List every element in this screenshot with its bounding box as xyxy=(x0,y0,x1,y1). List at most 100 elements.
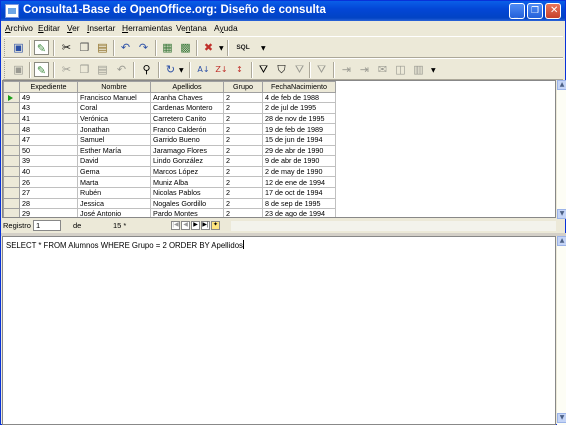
table-cell[interactable]: 2 xyxy=(223,91,263,104)
run-query-icon[interactable]: SQL xyxy=(235,40,251,55)
table-row[interactable]: 40 Gema Marcos López 2 2 de may de 1990 xyxy=(3,165,336,178)
chevron-down-icon[interactable]: ▼ xyxy=(431,67,436,74)
table-row[interactable]: 28 Jessica Nogales Gordillo 2 8 de sep de 19… xyxy=(3,197,336,210)
delete-icon[interactable]: ✖ xyxy=(201,40,216,55)
sql-editor[interactable]: SELECT * FROM Alumnos WHERE Grupo = 2 OR… xyxy=(2,236,556,425)
table-cell[interactable]: Franco Calderón xyxy=(150,123,224,135)
table-cell[interactable]: 41 xyxy=(19,112,78,125)
table-cell[interactable]: Jaramago Flores xyxy=(150,144,224,157)
table-cell[interactable]: 2 xyxy=(223,176,263,188)
menu-ventana[interactable]: Ventana xyxy=(176,23,207,33)
row-header[interactable] xyxy=(3,144,20,157)
undo-icon[interactable]: ↶ xyxy=(114,62,129,77)
table-cell[interactable]: 4 de feb de 1988 xyxy=(262,91,336,104)
table-row[interactable]: 29 José Antonio Pardo Montes 2 23 de ago de … xyxy=(3,208,336,217)
explorer-icon[interactable]: ▥ xyxy=(411,62,426,77)
table-cell[interactable]: 43 xyxy=(19,102,78,114)
table-cell[interactable]: 40 xyxy=(19,165,78,178)
table-cell[interactable]: Marta xyxy=(77,176,151,188)
scroll-up-icon[interactable]: ▲ xyxy=(557,80,566,90)
grid-horizontal-scrollbar[interactable] xyxy=(231,221,556,231)
menu-archivo[interactable]: Archivo xyxy=(5,23,33,33)
table-cell[interactable]: 8 de sep de 1995 xyxy=(262,197,336,210)
table-cell[interactable]: Aranha Chaves xyxy=(150,91,224,104)
table-cell[interactable]: José Antonio xyxy=(77,208,151,217)
table-cell[interactable]: 2 xyxy=(223,155,263,167)
table-cell[interactable]: 50 xyxy=(19,144,78,157)
column-header[interactable]: Apellidos xyxy=(150,81,224,93)
table-cell[interactable]: 12 de ene de 1994 xyxy=(262,176,336,188)
first-record-icon[interactable]: |◀ xyxy=(171,221,180,230)
table-row[interactable]: 26 Marta Muniz Alba 2 12 de ene de 1994 xyxy=(3,176,336,188)
table-row[interactable]: 41 Verónica Carretero Canito 2 28 de nov de … xyxy=(3,112,336,125)
data-to-text-icon[interactable]: ⇥ xyxy=(339,62,354,77)
table-cell[interactable]: 2 xyxy=(223,197,263,210)
table-cell[interactable]: 47 xyxy=(19,133,78,146)
cut-icon[interactable]: ✂ xyxy=(59,62,74,77)
row-header[interactable] xyxy=(3,102,20,114)
autofilter-icon[interactable]: ⛛ xyxy=(256,62,271,77)
sort-ascending-icon[interactable]: A↓ xyxy=(196,62,211,77)
table-row[interactable]: 50 Esther María Jaramago Flores 2 29 de abr … xyxy=(3,144,336,157)
table-cell[interactable]: Gema xyxy=(77,165,151,178)
table-cell[interactable]: 2 de jul de 1995 xyxy=(262,102,336,114)
menu-ver[interactable]: Ver xyxy=(67,23,80,33)
scroll-up-icon[interactable]: ▲ xyxy=(557,236,566,246)
table-cell[interactable]: Nogales Gordillo xyxy=(150,197,224,210)
toolbar-grip[interactable] xyxy=(4,61,7,78)
column-header[interactable]: FechaNacimiento xyxy=(262,81,336,93)
table-row[interactable]: 27 Rubén Nicolas Pablos 2 17 de oct de 1994 xyxy=(3,186,336,199)
sql-query-text[interactable]: SELECT * FROM Alumnos WHERE Grupo = 2 OR… xyxy=(6,240,244,250)
data-to-fields-icon[interactable]: ⇥ xyxy=(357,62,372,77)
table-row[interactable]: 48 Jonathan Franco Calderón 2 19 de feb de 1… xyxy=(3,123,336,135)
row-header[interactable] xyxy=(3,197,20,210)
table-cell[interactable]: 28 xyxy=(19,197,78,210)
row-header[interactable] xyxy=(3,123,20,135)
paste-icon[interactable]: ▤ xyxy=(95,40,110,55)
scroll-down-icon[interactable]: ▼ xyxy=(557,413,566,423)
scroll-down-icon[interactable]: ▼ xyxy=(557,209,566,219)
table-cell[interactable]: 2 xyxy=(223,165,263,178)
table-cell[interactable]: 27 xyxy=(19,186,78,199)
sort-icon[interactable]: ↕ xyxy=(232,62,247,77)
chevron-down-icon[interactable]: ▼ xyxy=(179,67,184,74)
table-cell[interactable]: Lindo González xyxy=(150,155,224,167)
table-cell[interactable]: Jessica xyxy=(77,197,151,210)
table-cell[interactable]: Verónica xyxy=(77,112,151,125)
table-cell[interactable]: 2 xyxy=(223,123,263,135)
table-cell[interactable]: Marcos López xyxy=(150,165,224,178)
table-cell[interactable]: Garrido Bueno xyxy=(150,133,224,146)
title-bar[interactable]: Consulta1-Base de OpenOffice.org: Diseño… xyxy=(1,1,565,21)
menu-herramientas[interactable]: Herramientas xyxy=(122,23,172,33)
row-header[interactable] xyxy=(3,208,20,217)
table-cell[interactable]: Samuel xyxy=(77,133,151,146)
copy-icon[interactable]: ❐ xyxy=(77,62,92,77)
table-cell[interactable]: David xyxy=(77,155,151,167)
record-number-field[interactable]: 1 xyxy=(33,220,61,231)
save-icon[interactable]: ▣ xyxy=(11,40,26,55)
edit-design-icon[interactable]: ✎ xyxy=(34,40,49,55)
remove-filter-icon[interactable]: ⛛ xyxy=(314,62,329,77)
row-header[interactable] xyxy=(3,176,20,188)
table-row[interactable]: 49 Francisco Manuel Aranha Chaves 2 4 de feb… xyxy=(3,91,336,104)
table-cell[interactable]: Muniz Alba xyxy=(150,176,224,188)
table-cell[interactable]: Coral xyxy=(77,102,151,114)
save-record-icon[interactable]: ▣ xyxy=(11,62,26,77)
row-header[interactable] xyxy=(3,186,20,199)
table-cell[interactable]: Cardenas Montero xyxy=(150,102,224,114)
toolbar-grip[interactable] xyxy=(4,39,7,56)
table-cell[interactable]: 2 xyxy=(223,133,263,146)
last-record-icon[interactable]: ▶| xyxy=(201,221,210,230)
table-cell[interactable]: 23 de ago de 1994 xyxy=(262,208,336,217)
table-cell[interactable]: 49 xyxy=(19,91,78,104)
grid-vertical-scrollbar[interactable]: ▲ ▼ xyxy=(557,80,566,219)
table-cell[interactable]: Rubén xyxy=(77,186,151,199)
row-header[interactable] xyxy=(3,112,20,125)
restore-button[interactable]: ❐ xyxy=(527,3,543,19)
table-cell[interactable]: 2 xyxy=(223,186,263,199)
table-row[interactable]: 47 Samuel Garrido Bueno 2 15 de jun de 1994 xyxy=(3,133,336,146)
row-header[interactable] xyxy=(3,155,20,167)
table-cell[interactable]: 28 de nov de 1995 xyxy=(262,112,336,125)
row-header[interactable] xyxy=(3,165,20,178)
chevron-down-icon[interactable]: ▼ xyxy=(219,45,224,52)
